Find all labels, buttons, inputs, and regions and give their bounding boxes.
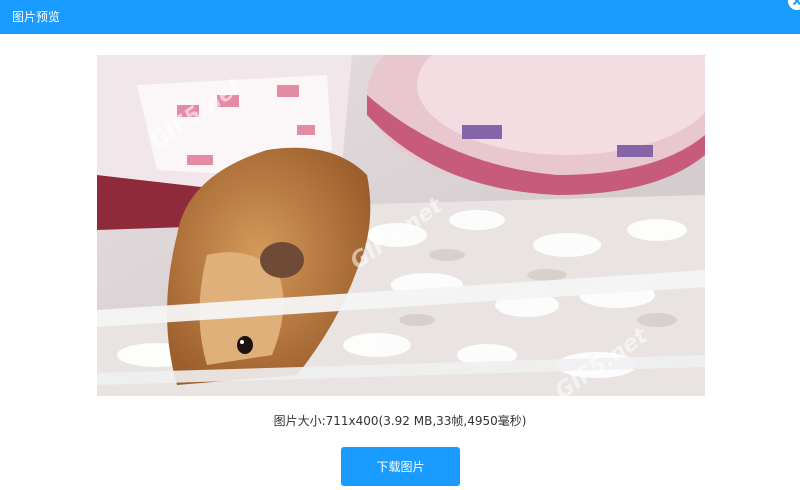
dialog-header: 图片预览 xyxy=(0,0,800,34)
download-button[interactable]: 下载图片 xyxy=(341,447,460,486)
dialog-title: 图片预览 xyxy=(12,10,61,24)
image-info-text: 图片大小:711x400(3.92 MB,33帧,4950毫秒) xyxy=(273,414,527,428)
hamster-gif-image: GIF5.net GIF5.net GIF5.net xyxy=(97,55,705,396)
image-preview: GIF5.net GIF5.net GIF5.net xyxy=(97,55,705,396)
